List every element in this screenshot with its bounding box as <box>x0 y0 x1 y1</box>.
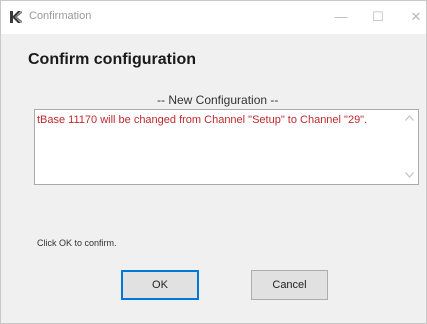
window-title: Confirmation <box>29 10 92 22</box>
confirmation-dialog: Confirmation — ☐ ✕ Confirm configuration… <box>0 0 427 324</box>
vertical-scrollbar[interactable] <box>401 110 418 184</box>
scroll-down-arrow-icon[interactable] <box>401 167 418 184</box>
title-bar: Confirmation — ☐ ✕ <box>1 1 426 34</box>
configuration-message: tBase 11170 will be changed from Channel… <box>37 114 368 126</box>
app-logo-icon <box>9 10 23 24</box>
ok-button[interactable]: OK <box>121 270 199 300</box>
section-label: -- New Configuration -- <box>157 93 279 107</box>
configuration-message-box[interactable]: tBase 11170 will be changed from Channel… <box>34 109 419 185</box>
confirm-hint: Click OK to confirm. <box>37 238 117 248</box>
maximize-button[interactable]: ☐ <box>367 7 389 27</box>
close-button[interactable]: ✕ <box>405 7 427 27</box>
cancel-button[interactable]: Cancel <box>251 270 328 300</box>
scroll-up-arrow-icon[interactable] <box>401 110 418 127</box>
dialog-heading: Confirm configuration <box>28 51 196 68</box>
minimize-button[interactable]: — <box>330 7 352 27</box>
